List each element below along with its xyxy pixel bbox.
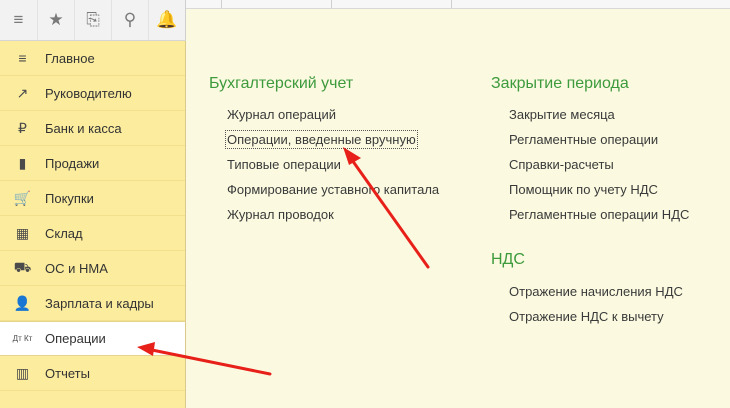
- sidebar-item-label: Зарплата и кадры: [45, 295, 154, 311]
- link-calculations[interactable]: Справки-расчеты: [509, 157, 614, 172]
- tab-strip: [186, 0, 730, 9]
- tab-divider: [451, 0, 452, 8]
- sidebar-item-label: Отчеты: [45, 365, 90, 381]
- ruble-icon: ₽: [18, 119, 27, 136]
- link-postings-journal[interactable]: Журнал проводок: [227, 207, 334, 222]
- search-icon[interactable]: ⚲: [111, 0, 148, 40]
- link-manual-operations[interactable]: Операции, введенные вручную: [225, 130, 418, 149]
- bell-icon[interactable]: 🔔: [148, 0, 185, 40]
- sidebar-item-label: Руководителю: [45, 85, 132, 101]
- dt-kt-icon: Дт Кт: [12, 333, 33, 343]
- sidebar-item-label: Банк и касса: [45, 120, 122, 136]
- link-vat-routine[interactable]: Регламентные операции НДС: [509, 207, 689, 222]
- section-title-vat: НДС: [491, 251, 525, 268]
- link-share-capital[interactable]: Формирование уставного капитала: [227, 182, 439, 197]
- tab-divider: [331, 0, 332, 8]
- sidebar-item-main[interactable]: ≡ Главное: [0, 41, 185, 76]
- sidebar-item-label: Склад: [45, 225, 83, 241]
- history-icon[interactable]: ⎘: [74, 0, 111, 40]
- link-vat-accrual[interactable]: Отражение начисления НДС: [509, 284, 683, 299]
- sidebar-item-warehouse[interactable]: ▦ Склад: [0, 216, 185, 251]
- sidebar-item-sales[interactable]: ▮ Продажи: [0, 146, 185, 181]
- sidebar-item-label: Продажи: [45, 155, 100, 171]
- trend-icon: ↗: [16, 84, 29, 101]
- section-title-closing: Закрытие периода: [491, 75, 629, 92]
- link-routine-operations[interactable]: Регламентные операции: [509, 132, 658, 147]
- sidebar-item-assets[interactable]: ⛟ ОС и НМА: [0, 251, 185, 286]
- star-icon[interactable]: ★: [37, 0, 74, 40]
- sidebar-item-bank[interactable]: ₽ Банк и касса: [0, 111, 185, 146]
- operations-panel: Бухгалтерский учет Журнал операций Опера…: [186, 9, 730, 408]
- link-operations-journal[interactable]: Журнал операций: [227, 107, 336, 122]
- warehouse-icon: ▦: [15, 224, 30, 241]
- menu-icon[interactable]: ≡: [0, 0, 37, 40]
- sidebar-item-label: Главное: [45, 50, 95, 66]
- link-vat-assistant[interactable]: Помощник по учету НДС: [509, 182, 658, 197]
- sidebar: ≡ Главное ↗ Руководителю ₽ Банк и касса …: [0, 41, 186, 408]
- link-vat-deduction[interactable]: Отражение НДС к вычету: [509, 309, 664, 324]
- sidebar-item-payroll[interactable]: 👤 Зарплата и кадры: [0, 286, 185, 321]
- section-title-accounting: Бухгалтерский учет: [209, 75, 354, 92]
- menu-icon: ≡: [18, 50, 27, 66]
- sidebar-item-label: ОС и НМА: [45, 260, 108, 276]
- cart-icon: 🛒: [13, 189, 32, 206]
- sidebar-item-purchases[interactable]: 🛒 Покупки: [0, 181, 185, 216]
- top-toolbar: ≡ ★ ⎘ ⚲ 🔔: [0, 0, 186, 41]
- bar-chart-icon: ▥: [15, 364, 30, 381]
- sidebar-item-operations[interactable]: Дт Кт Операции: [0, 321, 185, 356]
- link-typical-operations[interactable]: Типовые операции: [227, 157, 341, 172]
- person-icon: 👤: [13, 294, 32, 311]
- sidebar-item-manager[interactable]: ↗ Руководителю: [0, 76, 185, 111]
- truck-icon: ⛟: [13, 258, 32, 275]
- sidebar-item-label: Операции: [45, 331, 106, 346]
- bag-icon: ▮: [18, 154, 27, 171]
- link-month-closing[interactable]: Закрытие месяца: [509, 107, 615, 122]
- tab-divider: [221, 0, 222, 8]
- sidebar-item-label: Покупки: [45, 190, 94, 206]
- sidebar-item-reports[interactable]: ▥ Отчеты: [0, 356, 185, 391]
